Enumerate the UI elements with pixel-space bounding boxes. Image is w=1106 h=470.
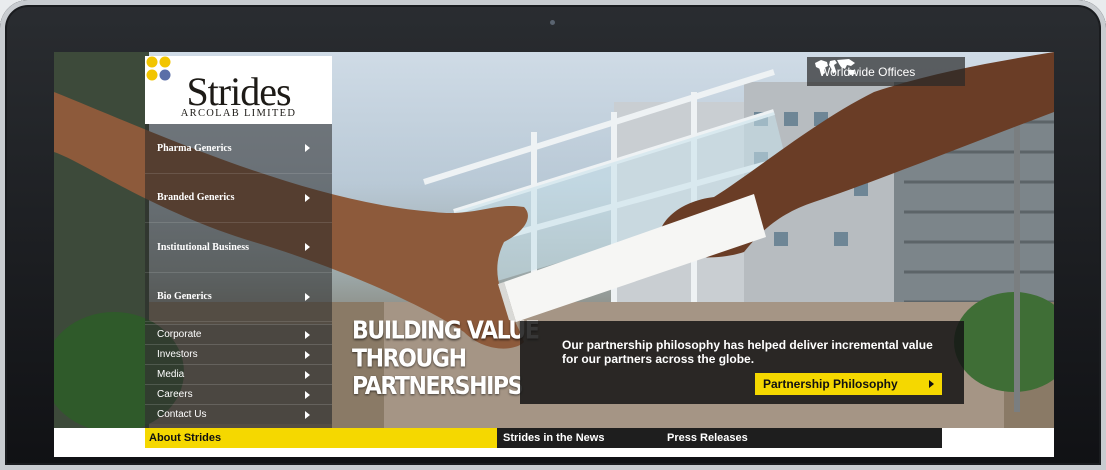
chevron-right-icon: [305, 193, 310, 202]
chevron-right-icon: [305, 243, 310, 252]
chevron-right-icon: [305, 390, 310, 399]
nav-item-label: Contact Us: [157, 409, 207, 420]
nav-item-label: Investors: [157, 349, 198, 360]
nav-item-label: Bio Generics: [157, 291, 212, 303]
tagline-line: THROUGH: [352, 344, 467, 374]
company-logo[interactable]: Strides ARCOLAB LIMITED: [145, 56, 332, 124]
partnership-info-text: Our partnership philosophy has helped de…: [562, 338, 933, 366]
logo-dots-icon: [146, 56, 171, 81]
secondary-navigation: Corporate Investors Media Careers Contac…: [145, 324, 332, 424]
nav-item-corporate[interactable]: Corporate: [145, 324, 332, 344]
tab-about-strides[interactable]: About Strides: [145, 428, 497, 448]
worldwide-offices-button[interactable]: Worldwide Offices: [807, 57, 965, 86]
chevron-right-icon: [305, 370, 310, 379]
world-map-icon: [815, 59, 855, 75]
logo-subtitle: ARCOLAB LIMITED: [180, 108, 297, 119]
tab-press-releases[interactable]: Press Releases: [661, 428, 942, 448]
nav-item-pharma-generics[interactable]: Pharma Generics: [145, 124, 332, 174]
nav-item-institutional-business[interactable]: Institutional Business: [145, 223, 332, 273]
bottom-tab-bar: About Strides Strides in the News Press …: [145, 428, 942, 448]
chevron-right-icon: [305, 144, 310, 153]
nav-item-label: Institutional Business: [157, 241, 249, 253]
website-screen: Strides ARCOLAB LIMITED Pharma Generics …: [54, 52, 1054, 457]
nav-item-media[interactable]: Media: [145, 364, 332, 384]
tagline-line: PARTNERSHIPS: [352, 372, 523, 401]
hero-banner: Strides ARCOLAB LIMITED Pharma Generics …: [54, 52, 1054, 428]
nav-item-bio-generics[interactable]: Bio Generics: [145, 273, 332, 322]
tagline-line: BUILDING VALUE: [352, 316, 540, 346]
main-navigation: Pharma Generics Branded Generics Institu…: [145, 124, 332, 428]
camera-dot: [550, 20, 555, 25]
chevron-right-icon: [305, 330, 310, 339]
logo-name: Strides: [186, 69, 291, 114]
nav-item-careers[interactable]: Careers: [145, 384, 332, 404]
nav-item-label: Corporate: [157, 329, 202, 340]
tab-strides-in-the-news[interactable]: Strides in the News: [497, 428, 661, 448]
partnership-philosophy-button[interactable]: Partnership Philosophy: [755, 373, 942, 395]
nav-item-label: Pharma Generics: [157, 142, 232, 154]
partnership-info-box: Our partnership philosophy has helped de…: [520, 321, 964, 404]
partnership-philosophy-label: Partnership Philosophy: [763, 377, 898, 391]
hero-tagline: BUILDING VALUE THROUGH PARTNERSHIPS: [352, 316, 540, 401]
chevron-right-icon: [305, 350, 310, 359]
nav-item-label: Careers: [157, 389, 193, 400]
nav-item-investors[interactable]: Investors: [145, 344, 332, 364]
nav-item-label: Branded Generics: [157, 192, 235, 204]
chevron-right-icon: [929, 380, 934, 388]
nav-item-contact-us[interactable]: Contact Us: [145, 404, 332, 424]
chevron-right-icon: [305, 410, 310, 419]
chevron-right-icon: [305, 292, 310, 301]
nav-item-branded-generics[interactable]: Branded Generics: [145, 174, 332, 223]
nav-item-label: Media: [157, 369, 185, 380]
